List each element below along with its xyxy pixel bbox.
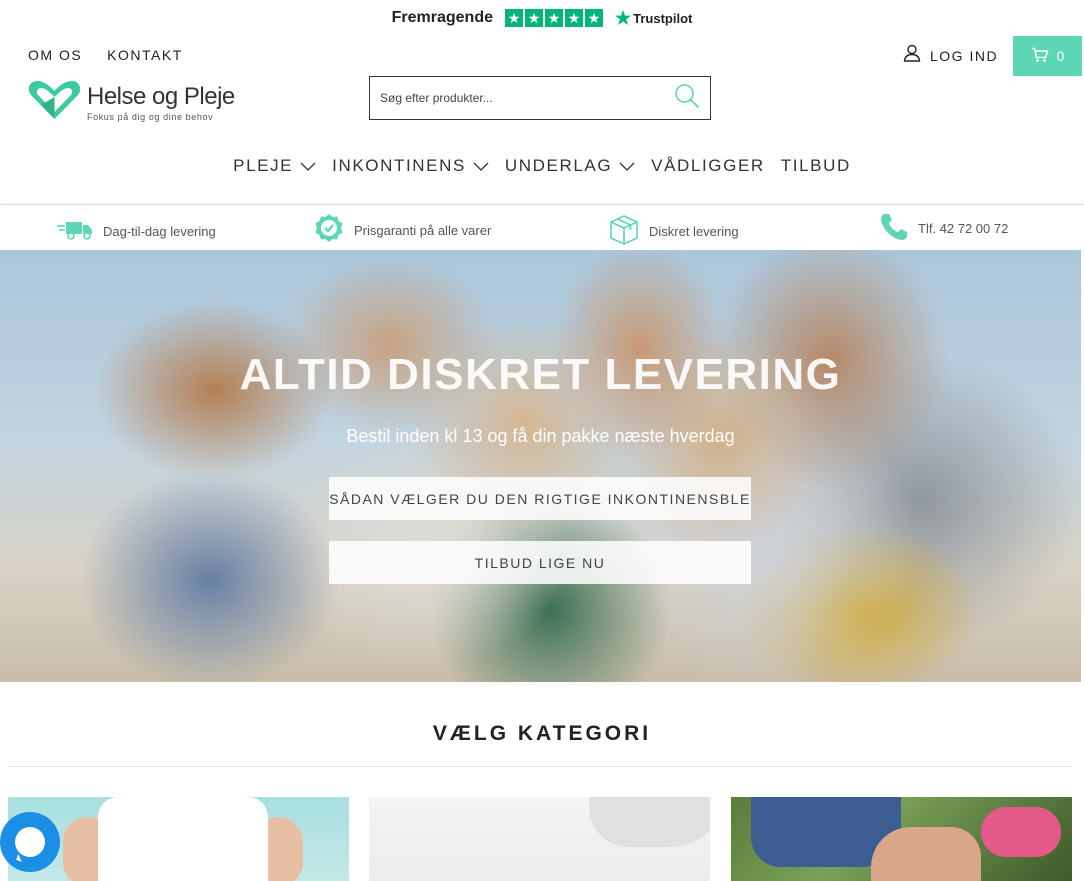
star-icon: ★	[525, 9, 543, 27]
usp-price-guarantee: Prisgaranti på alle varer	[313, 213, 491, 248]
logo-text: Helse og Pleje Fokus på dig og dine beho…	[87, 82, 235, 122]
nav-item-label: PLEJE	[233, 156, 294, 175]
login-label: LOG IND	[930, 47, 999, 64]
nav-item-label: INKONTINENS	[332, 156, 466, 175]
search-box	[369, 76, 711, 120]
usp-label: Prisgaranti på alle varer	[354, 223, 492, 238]
star-icon: ★	[565, 9, 583, 27]
user-icon	[903, 44, 921, 67]
chevron-down-icon	[473, 156, 489, 176]
trustpilot-rating: Fremragende	[391, 9, 493, 26]
search-icon[interactable]	[674, 83, 700, 114]
offers-button[interactable]: TILBUD LIGE NU	[329, 541, 751, 584]
category-card[interactable]	[731, 797, 1072, 881]
login-link[interactable]: LOG IND	[903, 44, 998, 67]
cart-button[interactable]: 0	[1013, 36, 1082, 76]
logo-name: Helse og Pleje	[87, 82, 235, 110]
trustpilot-bar[interactable]: Fremragende ★ ★ ★ ★ ★ ★ Trustpilot	[0, 0, 1084, 36]
category-image	[981, 807, 1061, 857]
chat-widget-button[interactable]	[0, 812, 60, 872]
hero-subtitle: Bestil inden kl 13 og få din pakke næste…	[346, 426, 735, 446]
nav-item-underlag[interactable]: UNDERLAG	[505, 156, 635, 176]
hero-image	[0, 250, 1081, 682]
nav-link-om-os[interactable]: OM OS	[28, 47, 82, 63]
box-icon	[608, 214, 640, 249]
category-image	[871, 827, 981, 881]
truck-icon	[57, 220, 94, 243]
usp-discreet: Diskret levering	[608, 214, 739, 249]
cart-count: 0	[1056, 48, 1065, 64]
trustpilot-logo: ★ Trustpilot	[615, 8, 692, 29]
nav-item-tilbud[interactable]: TILBUD	[781, 156, 851, 176]
hero-title: ALTID DISKRET LEVERING	[239, 350, 842, 399]
chevron-down-icon	[619, 156, 635, 176]
category-image	[589, 797, 710, 847]
search-input[interactable]	[380, 91, 674, 105]
chevron-down-icon	[300, 156, 316, 176]
category-image	[98, 797, 268, 881]
nav-link-kontakt[interactable]: KONTAKT	[107, 47, 183, 63]
site-logo[interactable]: Helse og Pleje Fokus på dig og dine beho…	[28, 79, 235, 126]
top-links: OM OS KONTAKT	[28, 47, 183, 63]
category-section-title: VÆLG KATEGORI	[432, 722, 652, 745]
nav-item-pleje[interactable]: PLEJE	[233, 156, 316, 176]
main-nav: PLEJE INKONTINENS UNDERLAG VÅDLIGGER TIL…	[0, 156, 1084, 176]
usp-phone[interactable]: Tlf. 42 72 00 72	[879, 212, 1008, 245]
usp-bar: Dag-til-dag levering Prisgaranti på alle…	[0, 204, 1084, 250]
cart-icon	[1031, 47, 1049, 66]
nav-item-label: UNDERLAG	[504, 156, 613, 175]
trustpilot-stars: ★ ★ ★ ★ ★	[505, 9, 603, 27]
check-badge-icon	[313, 213, 345, 248]
phone-icon	[879, 212, 909, 245]
usp-label: Dag-til-dag levering	[103, 224, 216, 239]
nav-item-label: TILBUD	[780, 156, 851, 175]
usp-delivery: Dag-til-dag levering	[57, 220, 216, 243]
chat-bubble-icon	[15, 827, 45, 857]
section-divider	[8, 766, 1072, 767]
heart-logo-icon	[28, 79, 81, 126]
trustpilot-brand: Trustpilot	[633, 10, 693, 26]
usp-label: Diskret levering	[649, 224, 739, 239]
logo-tagline: Fokus på dig og dine behov	[87, 111, 214, 122]
nav-item-inkontinens[interactable]: INKONTINENS	[332, 156, 489, 176]
star-icon: ★	[545, 9, 563, 27]
category-card[interactable]	[369, 797, 710, 881]
nav-item-label: VÅDLIGGER	[651, 156, 765, 175]
nav-item-vadligger[interactable]: VÅDLIGGER	[651, 156, 765, 176]
trustpilot-star-icon: ★	[615, 7, 632, 28]
hero-banner: ALTID DISKRET LEVERING Bestil inden kl 1…	[0, 250, 1081, 682]
star-icon: ★	[585, 9, 603, 27]
usp-label: Tlf. 42 72 00 72	[918, 221, 1009, 236]
star-icon: ★	[505, 9, 523, 27]
incontinence-guide-button[interactable]: SÅDAN VÆLGER DU DEN RIGTIGE INKONTINENSB…	[329, 477, 751, 520]
